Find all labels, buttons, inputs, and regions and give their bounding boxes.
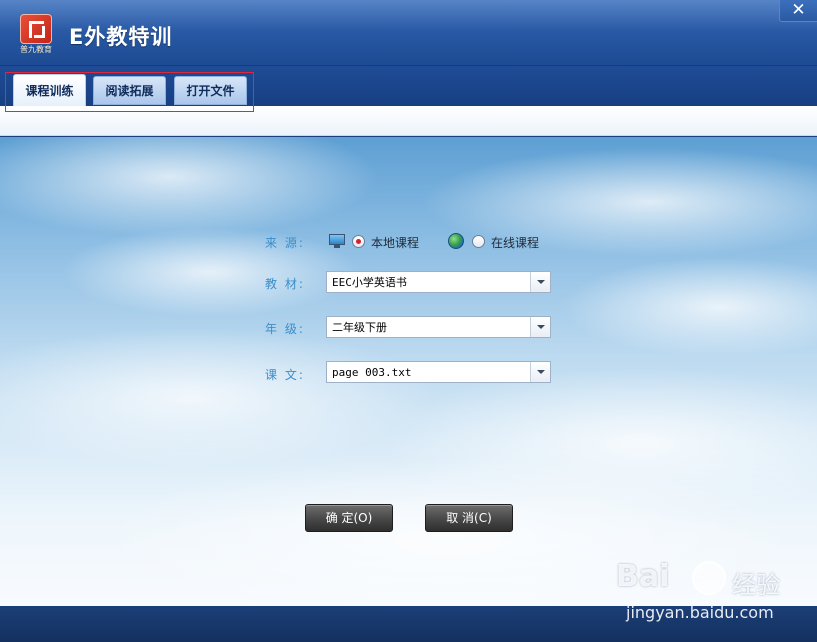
baidu-watermark: Bai 经验 jingyan.baidu.com [612,555,812,630]
app-logo: 普九教育 [17,14,55,56]
textbook-select[interactable]: EEC小学英语书 [326,271,551,293]
lesson-dropdown-button[interactable] [530,362,550,382]
window-title: E外教特训 [69,25,173,49]
textbook-label: 教 材: [265,277,305,291]
textbook-value: EEC小学英语书 [332,276,407,289]
paw-icon [692,561,726,595]
globe-icon [448,233,464,249]
textbook-dropdown-button[interactable] [530,272,550,292]
tab-highlight-box [5,72,254,112]
logo-mark-icon [20,14,52,44]
chevron-down-icon [537,325,545,329]
grade-label: 年 级: [265,322,305,336]
close-button[interactable]: ✕ [779,0,817,22]
ok-button[interactable]: 确 定(O) [305,504,393,532]
radio-online-course[interactable] [472,235,485,248]
monitor-icon [329,234,345,248]
radio-local-course[interactable] [352,235,365,248]
cancel-button[interactable]: 取 消(C) [425,504,513,532]
lesson-select[interactable]: page 003.txt [326,361,551,383]
watermark-url: jingyan.baidu.com [626,603,774,622]
chevron-down-icon [537,280,545,284]
chevron-down-icon [537,370,545,374]
grade-select[interactable]: 二年级下册 [326,316,551,338]
grade-dropdown-button[interactable] [530,317,550,337]
radio-local-course-label[interactable]: 本地课程 [371,234,419,251]
source-label: 来 源: [265,236,305,250]
watermark-brand-cn: 经验 [732,571,780,599]
watermark-brand: Bai [616,559,670,594]
radio-online-course-label[interactable]: 在线课程 [491,234,539,251]
logo-text: 普九教育 [20,45,52,54]
lesson-label: 课 文: [265,368,305,382]
grade-value: 二年级下册 [332,321,387,334]
lesson-value: page 003.txt [332,366,412,379]
